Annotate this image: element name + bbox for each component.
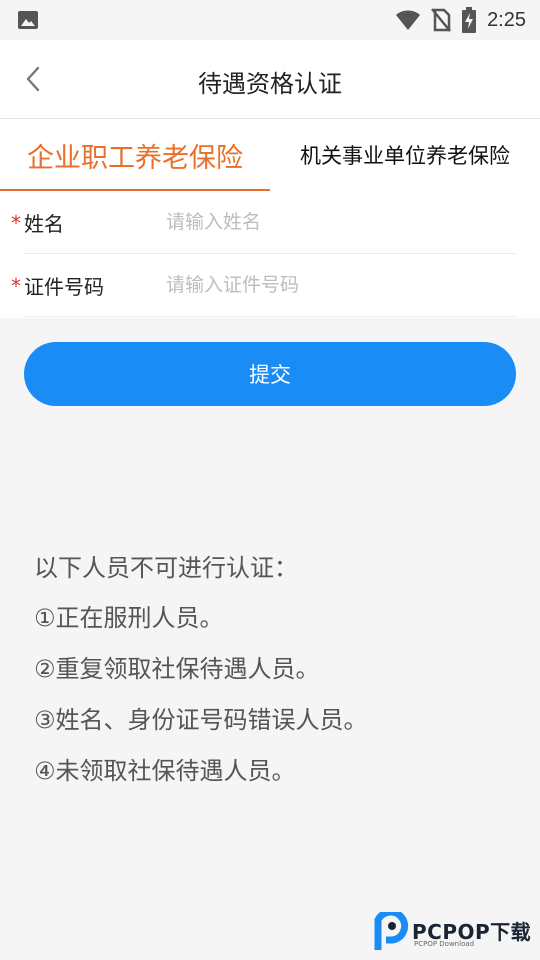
tab-enterprise-pension[interactable]: 企业职工养老保险 bbox=[0, 119, 270, 191]
name-row: * 姓名 bbox=[0, 191, 540, 254]
pcpop-logo-icon bbox=[374, 912, 409, 950]
page-title: 待遇资格认证 bbox=[198, 70, 342, 98]
tab-bar: 企业职工养老保险 机关事业单位养老保险 bbox=[0, 119, 540, 192]
id-number-input[interactable] bbox=[166, 266, 506, 304]
submit-button[interactable]: 提交 bbox=[24, 342, 516, 406]
header: 待遇资格认证 bbox=[0, 40, 540, 119]
image-icon bbox=[18, 11, 38, 29]
required-mark: * bbox=[11, 274, 21, 298]
notice-section: 以下人员不可进行认证： ①正在服刑人员。 ②重复领取社保待遇人员。 ③姓名、身份… bbox=[34, 548, 514, 802]
tab-label: 企业职工养老保险 bbox=[27, 142, 243, 174]
notice-item: ③姓名、身份证号码错误人员。 bbox=[34, 706, 368, 734]
wifi-icon bbox=[396, 10, 421, 30]
battery-charging-icon bbox=[462, 7, 477, 33]
status-bar: 2:25 bbox=[0, 0, 540, 40]
watermark: PCPOP下载 PCPOP Download bbox=[374, 912, 540, 952]
id-number-row: * 证件号码 bbox=[0, 254, 540, 317]
no-sim-icon bbox=[431, 8, 452, 32]
status-time: 2:25 bbox=[487, 8, 526, 31]
id-number-label: 证件号码 bbox=[24, 275, 104, 299]
certification-form: * 姓名 * 证件号码 bbox=[0, 191, 540, 318]
divider bbox=[24, 316, 516, 317]
tab-label: 机关事业单位养老保险 bbox=[300, 144, 510, 168]
required-mark: * bbox=[11, 211, 21, 235]
notice-title: 以下人员不可进行认证： bbox=[34, 554, 298, 582]
notice-item: ①正在服刑人员。 bbox=[34, 604, 224, 632]
name-label: 姓名 bbox=[24, 212, 64, 236]
tab-institution-pension[interactable]: 机关事业单位养老保险 bbox=[270, 119, 540, 191]
name-input[interactable] bbox=[166, 203, 506, 241]
watermark-subtext: PCPOP Download bbox=[414, 940, 475, 948]
notice-item: ②重复领取社保待遇人员。 bbox=[34, 655, 320, 683]
notice-item: ④未领取社保待遇人员。 bbox=[34, 757, 296, 785]
